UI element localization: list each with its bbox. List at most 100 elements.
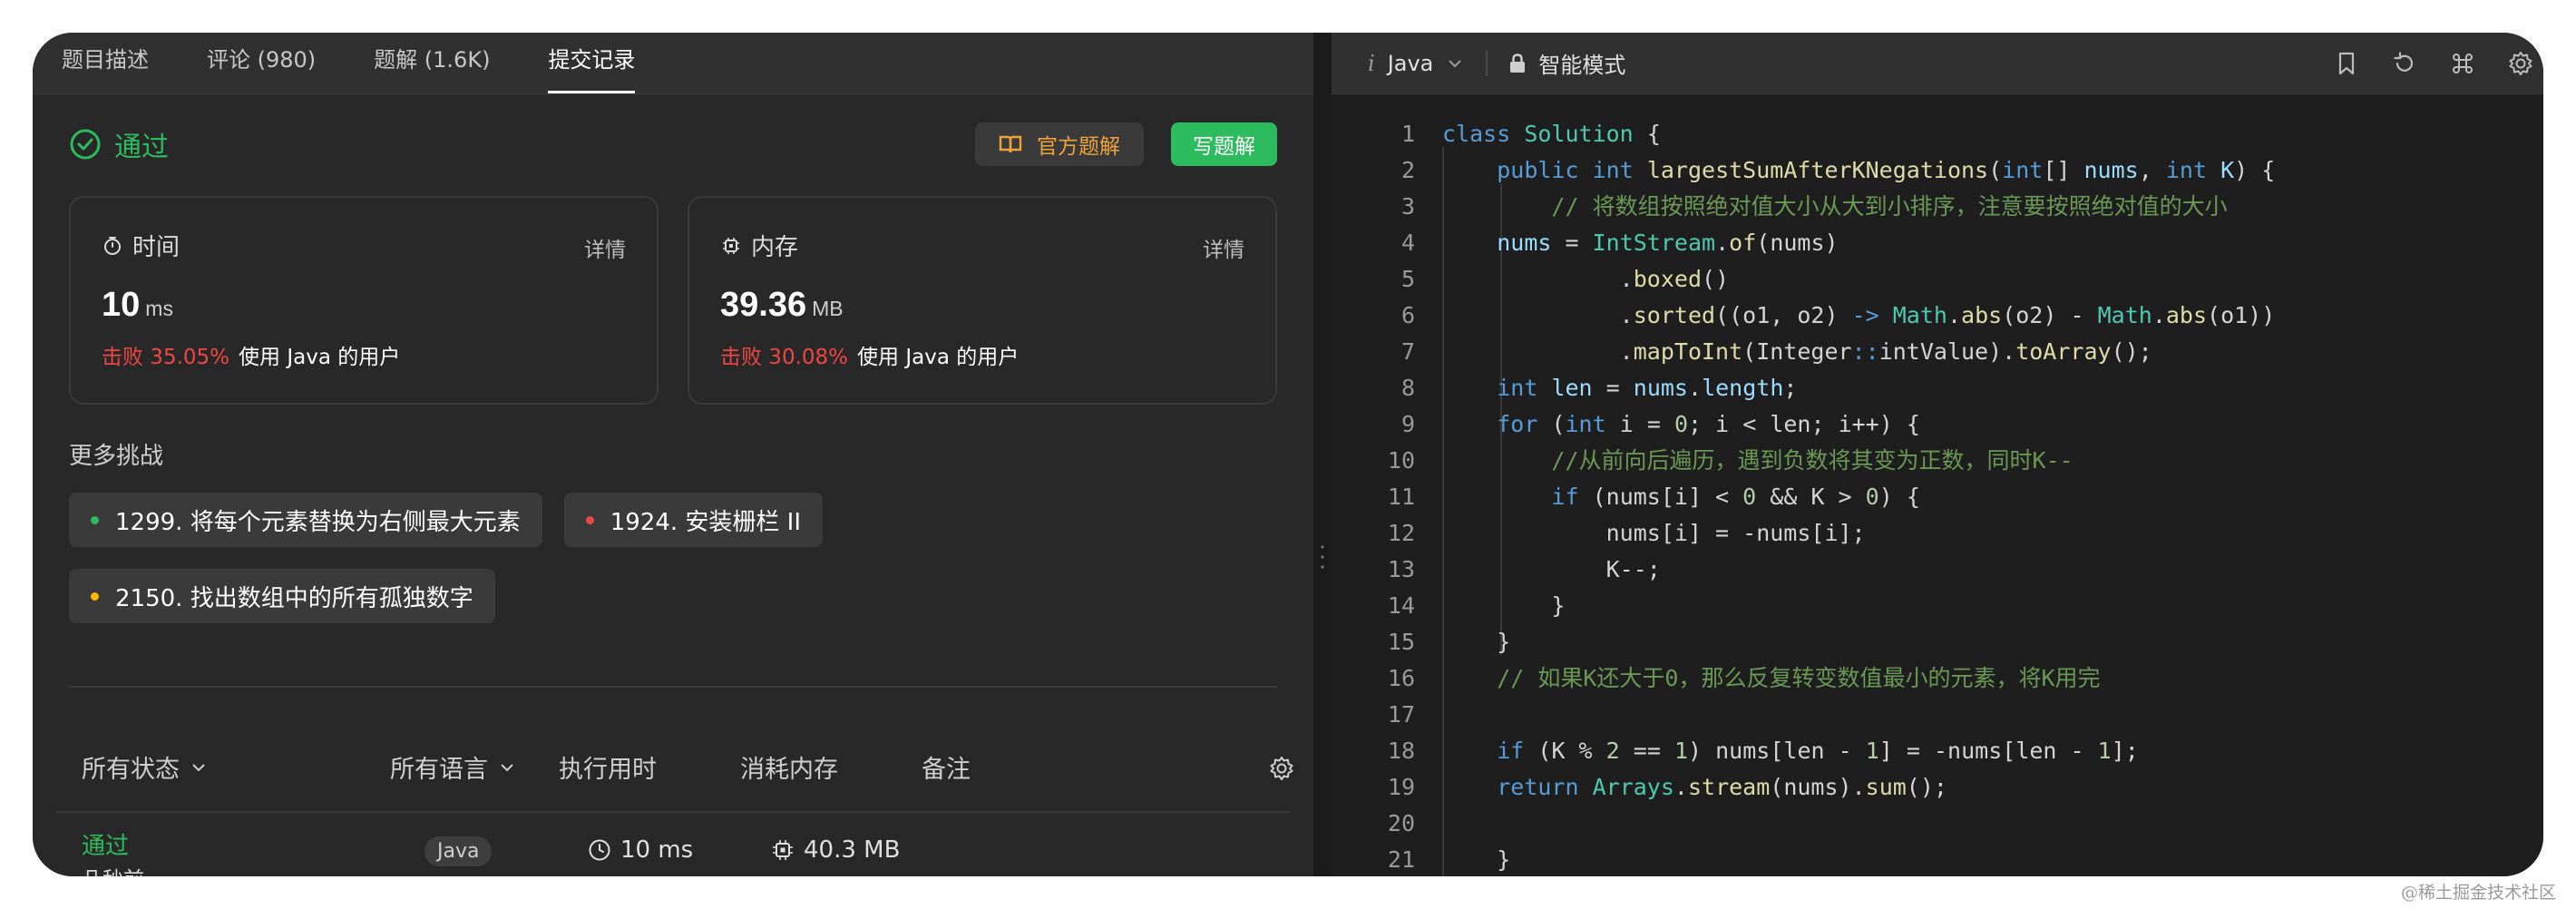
status-row: 通过 官方题解 写题解: [69, 94, 1277, 194]
difficulty-dot: [91, 591, 99, 601]
section-divider: [69, 686, 1277, 688]
memory-title: 内存: [751, 234, 799, 261]
smart-mode-toggle[interactable]: 智能模式: [1508, 47, 1625, 79]
difficulty-dot: [91, 515, 99, 524]
table-row[interactable]: 通过 几秒前 Java 10 ms 40.3 MB: [56, 815, 1290, 876]
command-icon[interactable]: [2449, 50, 2476, 77]
code-text: K--;: [1605, 556, 1661, 582]
runtime-detail-link[interactable]: 详情: [584, 232, 626, 263]
language-filter[interactable]: 所有语言: [390, 749, 517, 785]
language-filter-label: 所有语言: [390, 756, 488, 784]
memory-beat-text: 使用 Java 的用户: [857, 346, 1020, 369]
tab-submissions[interactable]: 提交记录: [548, 42, 636, 93]
memory-unit: MB: [812, 297, 844, 320]
row-status[interactable]: 通过: [82, 827, 129, 861]
runtime-value: 10: [102, 286, 141, 324]
code-line: 5 .boxed(): [1332, 261, 2543, 298]
code-text: nums = IntStream.of(nums): [1497, 230, 1839, 256]
mode-label: 智能模式: [1538, 53, 1626, 78]
line-number: 16: [1387, 665, 1415, 691]
code-line: 10 //从前向后遍历，遇到负数将其变为正数，同时K--: [1332, 443, 2543, 479]
timer-icon: [104, 236, 121, 255]
code-line: 16 // 如果K还大于0，那么反复转变数值最小的元素，将K用完: [1332, 660, 2543, 697]
line-number: 19: [1387, 774, 1415, 800]
line-number: 11: [1387, 484, 1415, 510]
settings-gear-icon[interactable]: [1268, 755, 1295, 782]
code-text: }: [1497, 629, 1511, 655]
chevron-down-icon: [192, 763, 205, 771]
code-line: 12 nums[i] = -nums[i];: [1332, 515, 2543, 552]
write-solution-button[interactable]: 写题解: [1171, 122, 1277, 166]
line-number: 7: [1400, 338, 1415, 365]
book-icon: [999, 135, 1022, 153]
line-number: 8: [1400, 375, 1415, 401]
line-number: 13: [1387, 556, 1415, 582]
watermark: @稀土掘金技术社区: [2400, 883, 2556, 903]
settings-gear-icon[interactable]: [2507, 50, 2534, 77]
left-panel: 题目描述 评论 (980) 题解 (1.6K) 提交记录 通过 官方题解 写题解…: [33, 33, 1313, 876]
bookmark-icon[interactable]: [2333, 50, 2360, 77]
language-selector[interactable]: i Java: [1368, 51, 1466, 76]
status-filter[interactable]: 所有状态: [82, 749, 209, 785]
runtime-beat-percent: 击败 35.05%: [102, 346, 230, 369]
code-line: 14 }: [1332, 588, 2543, 624]
lock-icon: [1510, 53, 1526, 73]
code-line: 15 }: [1332, 624, 2543, 660]
chevron-down-icon: [1449, 59, 1462, 67]
code-line: 1 class Solution {: [1332, 116, 2543, 152]
challenge-chip[interactable]: 1924. 安装栅栏 II: [563, 493, 824, 547]
code-text: class Solution {: [1442, 121, 1661, 147]
toolbar-separator: [1486, 50, 1488, 76]
code-line: 11 if (nums[i] < 0 && K > 0) {: [1332, 479, 2543, 515]
code-text: public int largestSumAfterKNegations(int…: [1497, 157, 2276, 183]
code-line: 21 }: [1332, 842, 2543, 876]
runtime-beat-text: 使用 Java 的用户: [239, 346, 401, 369]
chip-icon: [773, 840, 793, 860]
drag-handle-icon[interactable]: [1321, 543, 1324, 571]
panel-splitter[interactable]: [1313, 33, 1332, 876]
code-line: 18 if (K % 2 == 1) nums[len - 1] = -nums…: [1332, 733, 2543, 769]
challenge-chip[interactable]: 1299. 将每个元素替换为右侧最大元素: [69, 493, 542, 547]
row-memory: 40.3 MB: [804, 836, 901, 864]
code-text: if (nums[i] < 0 && K > 0) {: [1551, 484, 1920, 510]
code-editor-panel: i Java 智能模式 1 class Solution {2 public …: [1332, 33, 2543, 876]
tab-description[interactable]: 题目描述: [62, 42, 149, 93]
challenge-chip[interactable]: 2150. 找出数组中的所有孤独数字: [69, 569, 495, 623]
code-text: // 如果K还大于0，那么反复转变数值最小的元素，将K用完: [1442, 665, 2101, 691]
code-text: }: [1497, 846, 1511, 873]
status-accepted: 通过: [114, 132, 169, 163]
challenge-list: 1299. 将每个元素替换为右侧最大元素 1924. 安装栅栏 II 2150.…: [69, 493, 976, 623]
difficulty-dot: [585, 515, 594, 524]
code-text: //从前向后遍历，遇到负数将其变为正数，同时K--: [1442, 447, 2073, 474]
runtime-title: 时间: [132, 234, 181, 261]
note-column-header: 备注: [922, 756, 971, 784]
row-language-badge: Java: [424, 836, 493, 866]
code-line: 4 nums = IntStream.of(nums): [1332, 225, 2543, 261]
code-text: .sorted((o1, o2) -> Math.abs(o2) - Math.…: [1619, 302, 2276, 328]
submission-detail: 通过 官方题解 写题解 时间 详情 10 ms 击败 35.05% 使用 Jav…: [69, 94, 1277, 623]
line-number: 4: [1400, 230, 1415, 256]
row-time: 几秒前: [82, 862, 144, 876]
language-prefix: i: [1368, 50, 1375, 76]
code-text: .boxed(): [1619, 266, 1730, 292]
editor-toolbar: i Java 智能模式: [1332, 33, 2543, 94]
line-number: 15: [1387, 629, 1415, 655]
tab-solutions[interactable]: 题解 (1.6K): [374, 42, 490, 93]
line-number: 21: [1387, 846, 1415, 873]
tab-comments[interactable]: 评论 (980): [207, 42, 316, 93]
reset-icon[interactable]: [2391, 50, 2418, 77]
status-filter-label: 所有状态: [82, 756, 180, 784]
code-line: 17: [1332, 697, 2543, 733]
official-solution-label: 官方题解: [1037, 135, 1120, 159]
challenge-label: 1299. 将每个元素替换为右侧最大元素: [115, 508, 521, 536]
row-runtime: 10 ms: [620, 836, 694, 864]
language-label: Java: [1387, 50, 1434, 76]
line-number: 14: [1387, 592, 1415, 619]
memory-detail-link[interactable]: 详情: [1203, 232, 1244, 263]
line-number: 12: [1387, 520, 1415, 546]
code-area[interactable]: 1 class Solution { 2 public int largestSu…: [1332, 116, 2543, 876]
official-solution-button[interactable]: 官方题解: [975, 122, 1144, 166]
line-number: 1: [1400, 121, 1415, 147]
code-text: }: [1551, 592, 1566, 619]
more-challenges-title: 更多挑战: [69, 443, 164, 470]
